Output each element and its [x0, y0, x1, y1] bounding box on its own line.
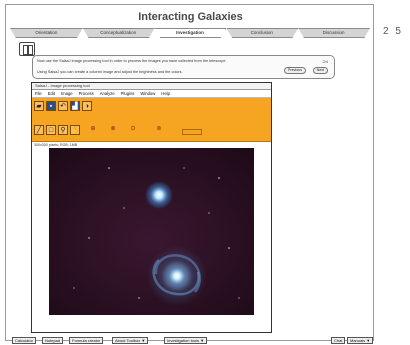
- next-button[interactable]: Next: [312, 67, 328, 74]
- menu-process[interactable]: Process: [79, 90, 94, 97]
- rectangle-select-icon[interactable]: □: [46, 125, 56, 135]
- contrast-icon[interactable]: ◑: [82, 101, 92, 111]
- salsaj-titlebar[interactable]: SalsaJ - Image processing tool: [32, 83, 271, 90]
- notepad-button[interactable]: Notepad: [42, 337, 64, 344]
- menu-help[interactable]: Help: [161, 90, 170, 97]
- menu-image[interactable]: Image: [61, 90, 73, 97]
- undo-icon[interactable]: ↶: [58, 101, 68, 111]
- tab-conceptualization[interactable]: Conceptualization: [82, 28, 155, 38]
- open-folder-icon[interactable]: ▰: [34, 101, 44, 111]
- magnifier-icon[interactable]: ⚲: [58, 125, 68, 135]
- manuals-dropdown[interactable]: Manuals ▼: [347, 337, 374, 344]
- hand-icon[interactable]: ✋: [70, 125, 80, 135]
- salsaj-toolbar: ▰ ▪ ↶ ▟ ◑ ╱ □ ⚲ ✋ ⊕ ⊗ ⊙ ⊚: [32, 98, 271, 142]
- step-counter: 2/4: [322, 59, 328, 64]
- menu-edit[interactable]: Edit: [48, 90, 55, 97]
- app-window: Interacting Galaxies Orientation Concept…: [5, 4, 374, 344]
- calculator-button[interactable]: Calculator: [12, 337, 37, 344]
- chat-button[interactable]: Chat: [331, 337, 346, 344]
- plugin-a-icon[interactable]: ⊕: [86, 123, 100, 137]
- tab-bar: Orientation Conceptualization Investigat…: [10, 28, 370, 38]
- plugin-d-icon[interactable]: ⊚: [152, 123, 166, 137]
- book-icon[interactable]: [19, 42, 35, 56]
- previous-button[interactable]: Previous: [284, 67, 306, 74]
- instruction-panel: Now use the SalsaJ image processing tool…: [32, 55, 335, 79]
- pencil-icon[interactable]: ╱: [34, 125, 44, 135]
- menu-file[interactable]: File: [35, 90, 42, 97]
- investigation-tools-dropdown[interactable]: Investigation tools ▼: [164, 337, 208, 344]
- toolbar-slot[interactable]: [182, 129, 202, 135]
- tab-investigation[interactable]: Investigation: [154, 28, 227, 38]
- about-toolbox-dropdown[interactable]: About Toolbox ▼: [112, 337, 149, 344]
- screen: Interacting Galaxies Orientation Concept…: [0, 0, 410, 345]
- tab-conclusion[interactable]: Conclusion: [226, 28, 299, 38]
- instruction-text-2: Using SalsaJ you can create a colored im…: [37, 70, 183, 74]
- salsaj-menubar: File Edit Image Process Analyze Plugins …: [32, 90, 271, 98]
- salsaj-window: SalsaJ - Image processing tool File Edit…: [31, 82, 272, 333]
- galaxy-image[interactable]: [49, 148, 254, 315]
- histogram-icon[interactable]: ▟: [70, 101, 80, 111]
- instruction-text-1: Now use the SalsaJ image processing tool…: [37, 59, 227, 63]
- tab-orientation[interactable]: Orientation: [10, 28, 83, 38]
- save-icon[interactable]: ▪: [46, 101, 56, 111]
- plugin-b-icon[interactable]: ⊗: [106, 123, 120, 137]
- formula-creator-button[interactable]: Formula creator: [69, 337, 104, 344]
- plugin-c-icon[interactable]: ⊙: [126, 123, 140, 137]
- tab-discussion[interactable]: Discussion: [298, 28, 370, 38]
- app-title: Interacting Galaxies: [138, 11, 243, 23]
- menu-plugins[interactable]: Plugins: [121, 90, 135, 97]
- menu-analyze[interactable]: Analyze: [100, 90, 115, 97]
- bottom-toolbar: Calculator Notepad Formula creator About…: [9, 336, 374, 345]
- page-number: 2 5: [383, 26, 403, 37]
- menu-window[interactable]: Window: [140, 90, 155, 97]
